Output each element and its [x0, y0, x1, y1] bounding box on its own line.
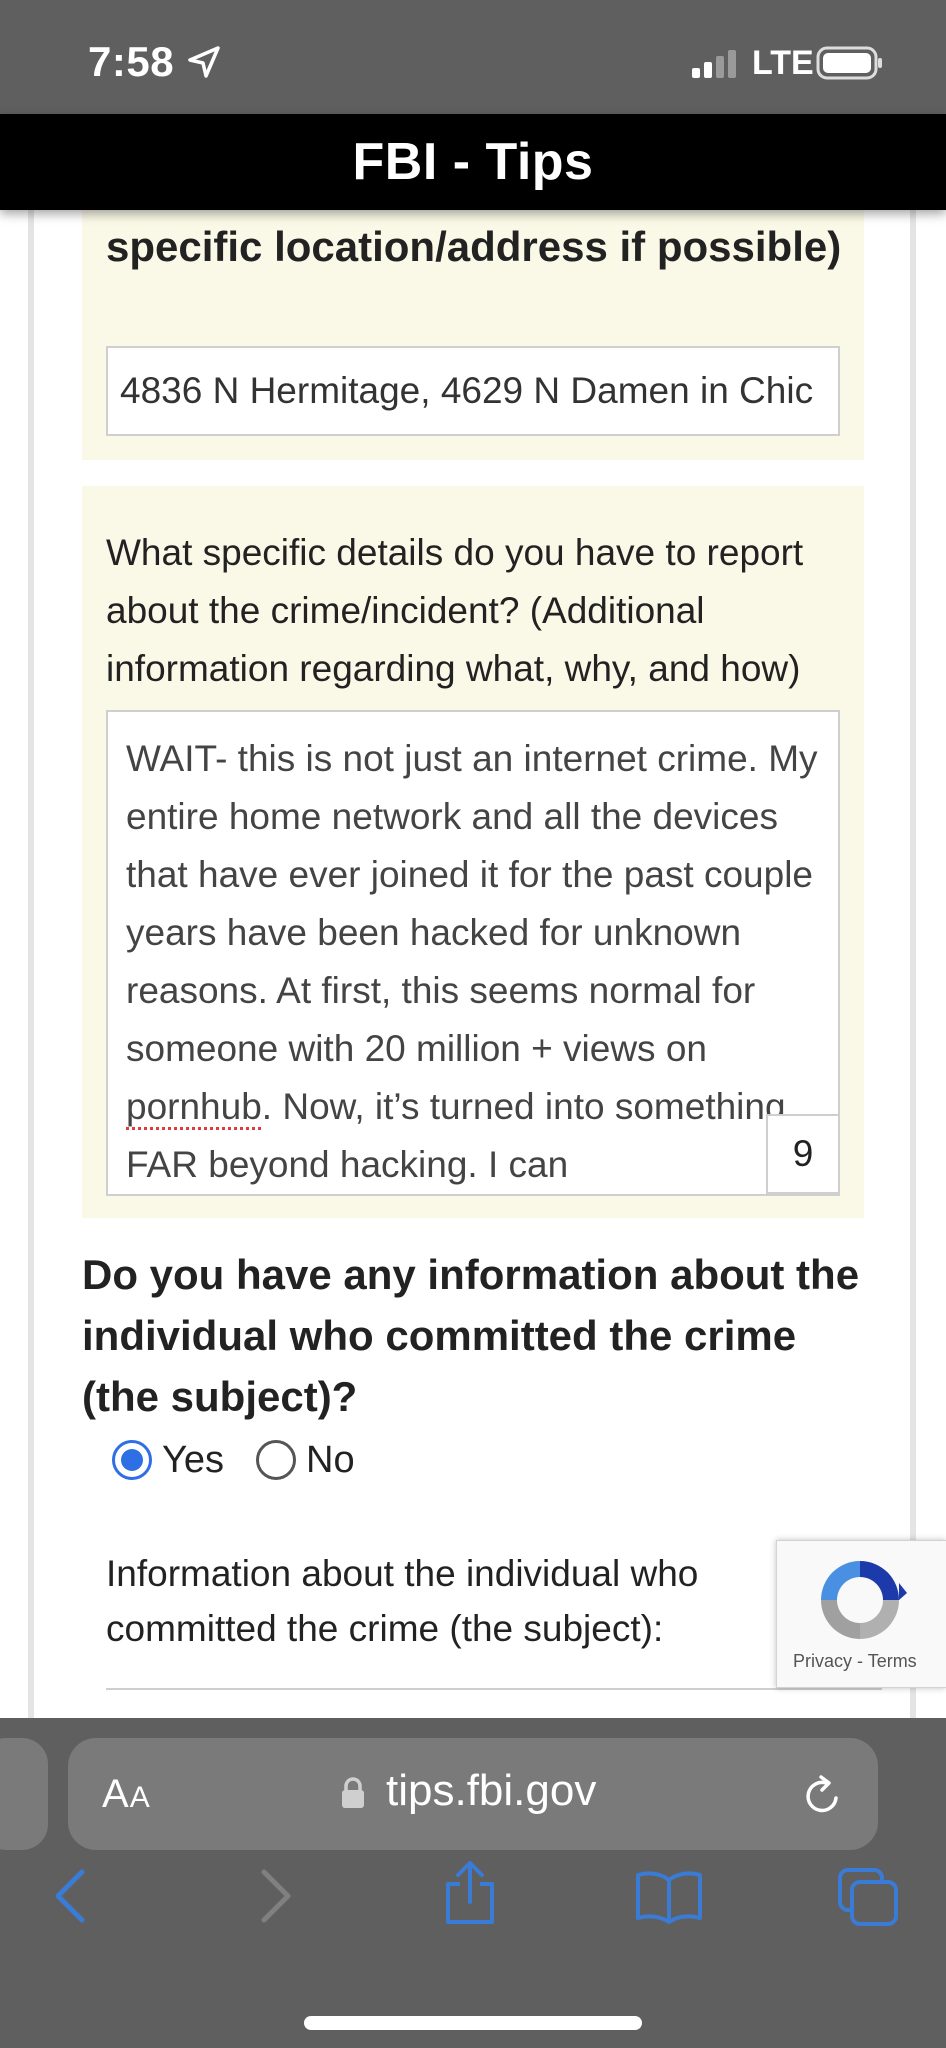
recaptcha-privacy-link[interactable]: Privacy — [793, 1651, 852, 1671]
title-bar: FBI - Tips — [0, 114, 946, 210]
reload-icon[interactable] — [800, 1774, 844, 1818]
lock-icon — [342, 1777, 364, 1808]
subject-question: Do you have any information about the in… — [82, 1251, 860, 1420]
page-border-right — [910, 210, 916, 1718]
radio-no[interactable] — [256, 1440, 296, 1480]
location-heading: specific location/address if possible) — [106, 223, 842, 270]
location-panel: specific location/address if possible) 4… — [82, 210, 864, 460]
status-bar: 7:58 LTE — [0, 0, 946, 114]
recaptcha-badge[interactable]: Privacy - Terms — [776, 1540, 946, 1688]
page-title: FBI - Tips — [352, 133, 594, 191]
tabs-icon[interactable] — [836, 1866, 900, 1928]
details-text-before: WAIT- this is not just an internet crime… — [126, 738, 818, 1069]
section-divider — [106, 1688, 882, 1690]
radio-yes-label[interactable]: Yes — [162, 1436, 224, 1484]
radio-yes[interactable] — [112, 1440, 152, 1480]
network-label: LTE — [752, 44, 814, 82]
radio-no-label[interactable]: No — [306, 1436, 355, 1484]
recaptcha-logo-icon — [821, 1561, 907, 1639]
details-textarea[interactable]: WAIT- this is not just an internet crime… — [106, 710, 840, 1196]
home-indicator — [304, 2016, 642, 2030]
status-time: 7:58 — [88, 38, 175, 85]
location-arrow-icon — [188, 46, 220, 78]
reader-label-large: A — [102, 1772, 130, 1816]
reader-mode-button[interactable]: AA — [102, 1772, 151, 1817]
recaptcha-terms-link[interactable]: Terms — [868, 1651, 917, 1671]
share-icon[interactable] — [442, 1860, 498, 1926]
details-label: What specific details do you have to rep… — [106, 532, 804, 689]
address-bar[interactable]: AA tips.fbi.gov — [68, 1738, 878, 1850]
subject-info-label: Information about the individual who com… — [106, 1553, 699, 1649]
battery-icon — [816, 46, 882, 80]
reader-label-small: A — [129, 1781, 151, 1814]
page-border-left — [28, 210, 34, 1718]
forward-icon[interactable] — [256, 1868, 296, 1924]
location-input[interactable]: 4836 N Hermitage, 4629 N Damen in Chic — [106, 346, 840, 436]
details-panel: What specific details do you have to rep… — [82, 486, 864, 1218]
url-text[interactable]: tips.fbi.gov — [386, 1766, 596, 1816]
char-counter: 9 — [766, 1114, 840, 1194]
recaptcha-links: Privacy - Terms — [793, 1651, 917, 1672]
recaptcha-separator: - — [852, 1651, 868, 1671]
signal-bars-icon — [692, 50, 736, 78]
details-text-misspelled: pornhub — [126, 1086, 262, 1127]
form-content[interactable]: specific location/address if possible) 4… — [0, 210, 946, 1718]
previous-tab-edge[interactable] — [0, 1738, 48, 1850]
back-icon[interactable] — [50, 1868, 90, 1924]
bookmarks-icon[interactable] — [634, 1868, 704, 1924]
